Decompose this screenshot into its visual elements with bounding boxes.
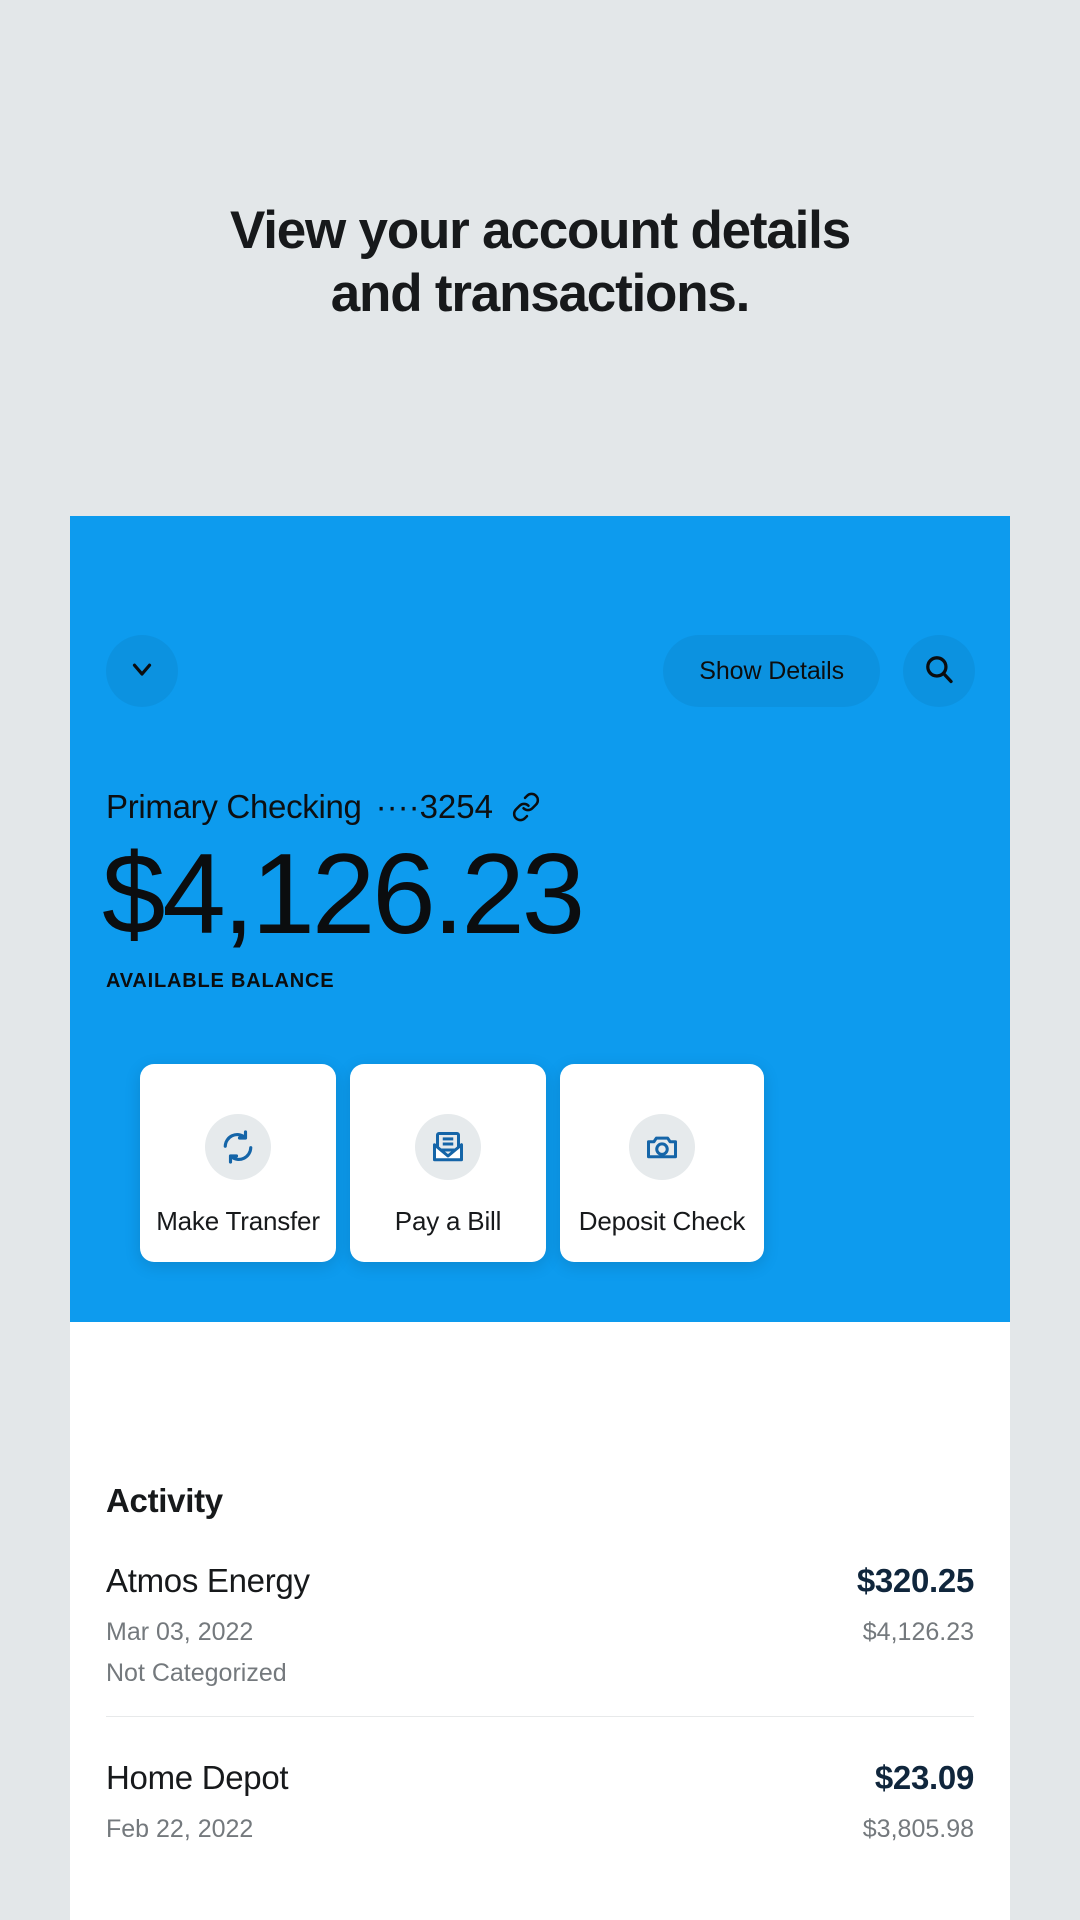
camera-icon bbox=[629, 1114, 695, 1180]
transaction-header-row: Atmos Energy $320.25 bbox=[106, 1562, 974, 1600]
make-transfer-card[interactable]: Make Transfer bbox=[140, 1064, 336, 1262]
deposit-check-label: Deposit Check bbox=[578, 1206, 746, 1236]
transfer-sync-icon bbox=[205, 1114, 271, 1180]
pay-a-bill-card[interactable]: Pay a Bill bbox=[350, 1064, 546, 1262]
account-number-mask: ····3254 bbox=[375, 788, 493, 825]
search-icon bbox=[922, 652, 956, 691]
account-identity-row[interactable]: Primary Checking ····3254 bbox=[106, 788, 541, 826]
transaction-merchant: Atmos Energy bbox=[106, 1562, 310, 1599]
account-name: Primary Checking bbox=[106, 788, 362, 825]
link-icon[interactable] bbox=[511, 792, 541, 822]
available-balance-label: AVAILABLE BALANCE bbox=[106, 970, 335, 992]
phone-screen: Show Details Primary Checking ····3254 $… bbox=[70, 516, 1010, 1920]
transaction-running-balance: $4,126.23 bbox=[862, 1618, 974, 1646]
table-row[interactable]: Atmos Energy $320.25 Mar 03, 2022 $4,126… bbox=[106, 1520, 974, 1717]
bill-envelope-icon bbox=[415, 1114, 481, 1180]
collapse-account-button[interactable] bbox=[106, 635, 178, 707]
show-details-button[interactable]: Show Details bbox=[663, 635, 880, 707]
activity-section: Activity Atmos Energy $320.25 Mar 03, 20… bbox=[70, 1322, 1010, 1872]
headline-line-2: and transactions. bbox=[330, 263, 751, 323]
transaction-amount: $320.25 bbox=[856, 1562, 974, 1599]
transaction-meta-row: Mar 03, 2022 $4,126.23 bbox=[106, 1618, 974, 1647]
transaction-merchant: Home Depot bbox=[106, 1759, 289, 1796]
transaction-category: Not Categorized bbox=[106, 1659, 287, 1687]
hero-toolbar: Show Details bbox=[70, 633, 1010, 711]
deposit-check-card[interactable]: Deposit Check bbox=[560, 1064, 764, 1262]
app-screenshot: View your account details and transactio… bbox=[0, 0, 1080, 1920]
headline-line-1: View your account details bbox=[230, 201, 851, 260]
show-details-label: Show Details bbox=[699, 656, 844, 685]
chevron-down-icon bbox=[127, 654, 157, 689]
pay-a-bill-label: Pay a Bill bbox=[394, 1206, 502, 1236]
make-transfer-label: Make Transfer bbox=[156, 1206, 320, 1236]
transaction-meta-row: Feb 22, 2022 $3,805.98 bbox=[106, 1815, 974, 1844]
transaction-header-row: Home Depot $23.09 bbox=[106, 1759, 974, 1797]
page-title: View your account details and transactio… bbox=[0, 200, 1080, 325]
table-row[interactable]: Home Depot $23.09 Feb 22, 2022 $3,805.98 bbox=[106, 1717, 974, 1872]
transaction-running-balance: $3,805.98 bbox=[862, 1815, 974, 1843]
search-button[interactable] bbox=[903, 635, 975, 707]
activity-heading: Activity bbox=[106, 1482, 223, 1519]
transaction-date: Mar 03, 2022 bbox=[106, 1618, 254, 1646]
transaction-amount: $23.09 bbox=[874, 1759, 974, 1796]
available-balance-amount: $4,126.23 bbox=[102, 831, 585, 958]
quick-actions: Make Transfer Pay a Bill Deposit Check bbox=[140, 1064, 764, 1262]
transaction-date: Feb 22, 2022 bbox=[106, 1815, 254, 1843]
